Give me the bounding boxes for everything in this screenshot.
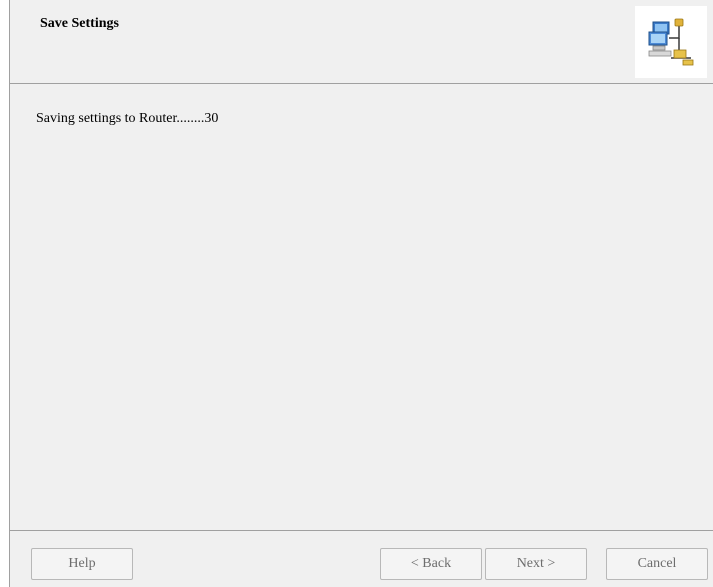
header-icon-panel xyxy=(635,6,707,78)
cancel-button[interactable]: Cancel xyxy=(606,548,708,580)
save-progress-text: Saving settings to Router........30 xyxy=(36,111,219,126)
next-button[interactable]: Next > xyxy=(485,548,587,580)
setup-wizard-window: Save Settings Saving settings to Router.… xyxy=(9,0,713,587)
wizard-content: Saving settings to Router........30 xyxy=(10,84,713,530)
wizard-header: Save Settings xyxy=(10,0,713,84)
back-button[interactable]: < Back xyxy=(380,548,482,580)
network-router-icon xyxy=(648,18,694,66)
page-title: Save Settings xyxy=(40,16,119,31)
footer-divider xyxy=(10,530,713,531)
help-button[interactable]: Help xyxy=(31,548,133,580)
